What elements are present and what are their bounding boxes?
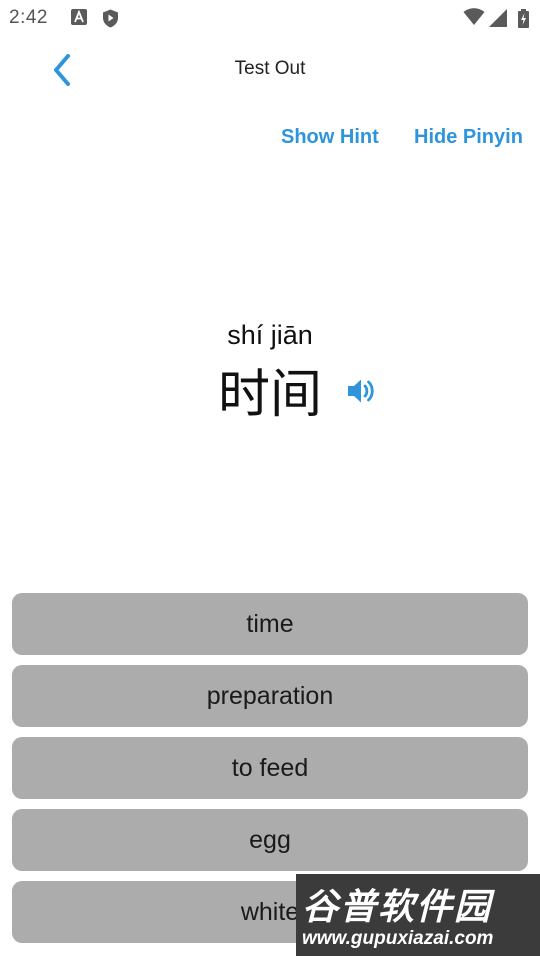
- watermark: 谷普软件园 www.gupuxiazai.com: [296, 874, 540, 956]
- pinyin-text: shí jiān: [227, 320, 313, 350]
- signal-icon: [489, 9, 507, 27]
- shield-play-icon: [102, 9, 119, 28]
- answer-option-preparation[interactable]: preparation: [12, 665, 528, 727]
- watermark-logo: 谷普软件园: [302, 887, 493, 928]
- page-title: Test Out: [234, 58, 306, 79]
- answer-option-to-feed[interactable]: to feed: [12, 737, 528, 799]
- wifi-icon: [463, 8, 485, 26]
- show-hint-button[interactable]: Show Hint: [281, 126, 379, 149]
- speaker-button[interactable]: [346, 376, 380, 410]
- speaker-icon: [346, 379, 376, 410]
- answer-option-egg[interactable]: egg: [12, 809, 528, 871]
- hide-pinyin-button[interactable]: Hide Pinyin: [414, 126, 523, 149]
- status-bar: 2:42: [0, 0, 540, 36]
- status-time: 2:42: [9, 7, 48, 28]
- a-badge-icon: [71, 9, 87, 25]
- watermark-url: www.gupuxiazai.com: [302, 928, 494, 949]
- hanzi-text: 时间: [217, 365, 322, 425]
- battery-charging-icon: [518, 9, 529, 28]
- answer-option-time[interactable]: time: [12, 593, 528, 655]
